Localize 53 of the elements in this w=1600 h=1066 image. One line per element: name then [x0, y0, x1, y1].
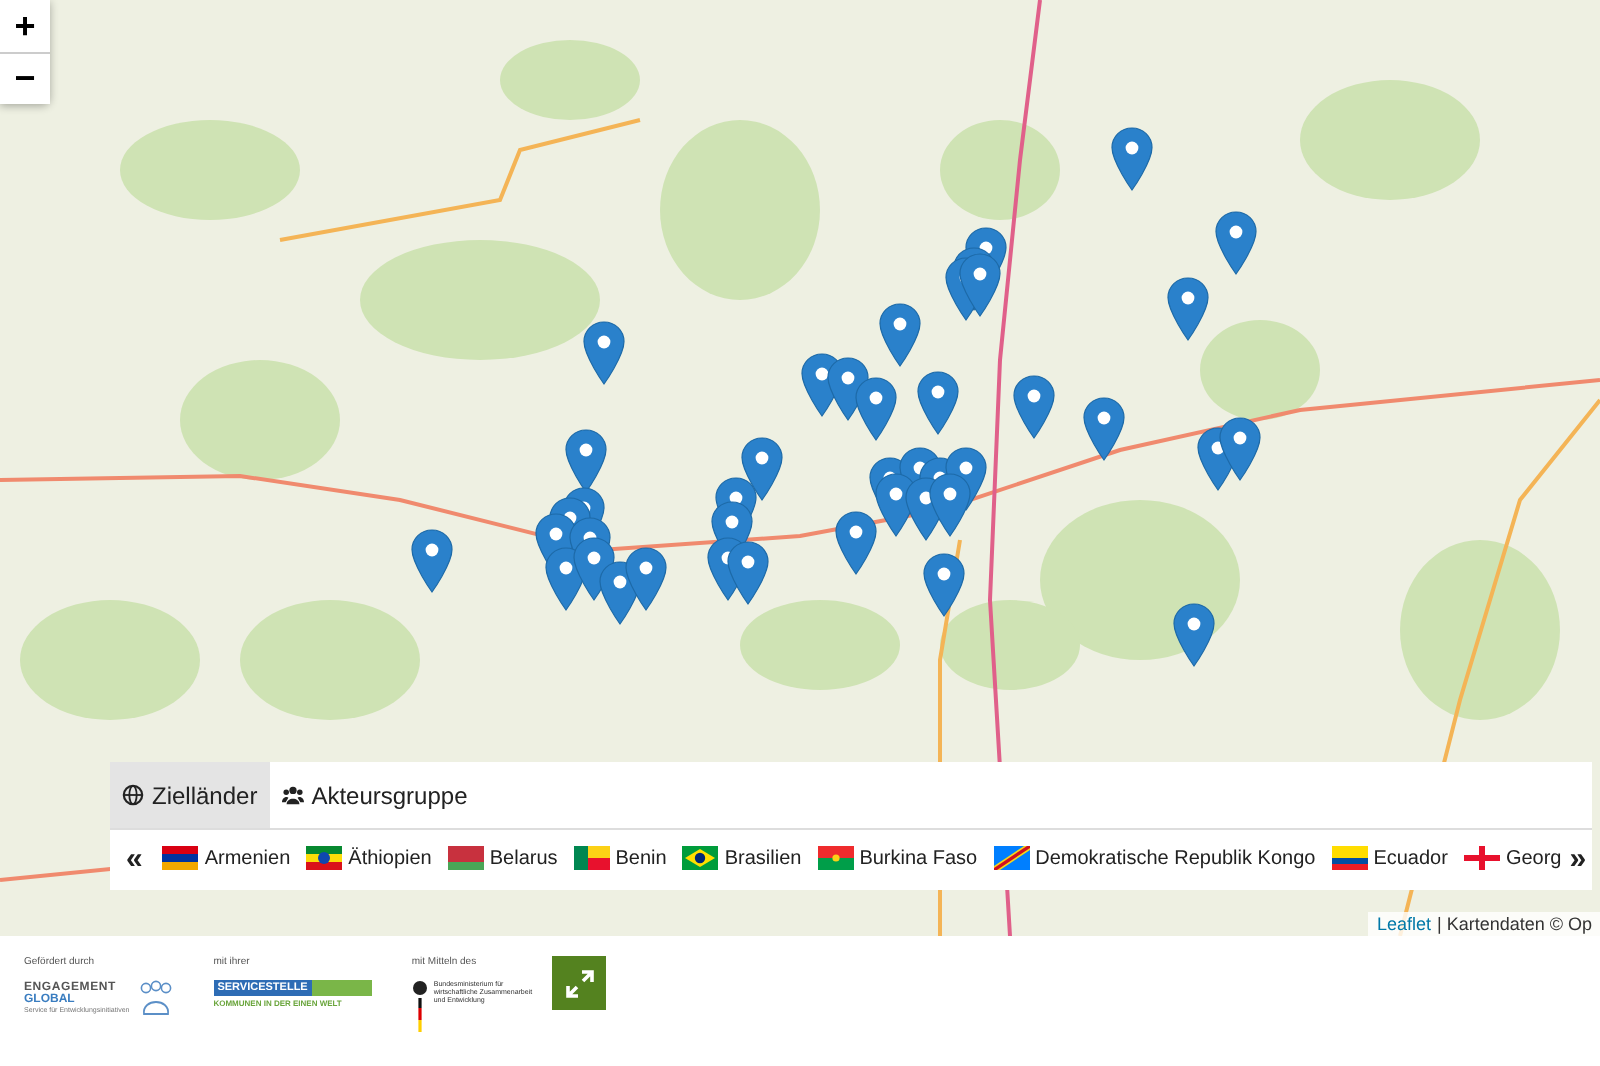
map-marker-icon[interactable]: [923, 553, 965, 617]
map-marker-icon[interactable]: [879, 303, 921, 367]
flag-icon: [817, 846, 854, 870]
expand-button[interactable]: [552, 956, 607, 1010]
attribution-text: | Kartendaten © Op: [1436, 914, 1592, 934]
map-marker-icon[interactable]: [917, 371, 959, 435]
eagle-flag-icon: [411, 980, 428, 1032]
forest-area: [940, 120, 1060, 220]
expand-icon: [565, 969, 594, 997]
country-item[interactable]: Demokratische Republik Kongo: [993, 846, 1316, 870]
flag-icon: [1331, 846, 1368, 870]
scroll-left-button[interactable]: «: [118, 841, 151, 875]
flag-icon: [993, 846, 1030, 870]
zoom-out-button[interactable]: −: [0, 52, 50, 104]
country-item[interactable]: Georg: [1463, 846, 1562, 870]
map-marker-icon[interactable]: [1173, 603, 1215, 667]
country-item[interactable]: Burkina Faso: [817, 846, 978, 870]
tab[interactable]: Zielländer: [110, 762, 270, 828]
map-marker-icon[interactable]: [1083, 397, 1125, 461]
map-marker-cluster-drawing[interactable]: [801, 353, 897, 441]
flag-icon: [573, 846, 610, 870]
flag-icon: [682, 846, 719, 870]
scroll-right-button[interactable]: »: [1561, 841, 1595, 875]
map-marker-icon[interactable]: [583, 321, 625, 385]
people-icon: [281, 784, 304, 806]
map-marker-cluster-drawing[interactable]: [945, 227, 1007, 321]
forest-area: [500, 40, 640, 120]
flag-icon: [1463, 846, 1500, 870]
country-item[interactable]: Belarus: [447, 846, 558, 870]
map-marker-cluster-drawing[interactable]: [1197, 417, 1261, 491]
flag-icon: [162, 846, 199, 870]
country-item[interactable]: Brasilien: [682, 846, 802, 870]
flag-icon: [447, 846, 484, 870]
people-logo-icon: [137, 980, 174, 1016]
zoom-in-button[interactable]: +: [0, 0, 50, 52]
country-item[interactable]: Äthiopien: [306, 846, 432, 870]
map-marker-cluster-drawing[interactable]: [835, 447, 987, 575]
map-marker-icon[interactable]: [1013, 375, 1055, 439]
map-marker-icon[interactable]: [1215, 211, 1257, 275]
country-item[interactable]: Armenien: [162, 846, 291, 870]
map-marker-icon[interactable]: [1167, 277, 1209, 341]
globe-icon: [122, 784, 144, 806]
flag-icon: [306, 846, 343, 870]
tab[interactable]: Akteursgruppe: [269, 762, 480, 828]
map-marker-icon[interactable]: [411, 529, 453, 593]
forest-area: [1200, 320, 1320, 420]
leaflet-link[interactable]: Leaflet: [1376, 914, 1431, 934]
country-item[interactable]: Benin: [573, 846, 667, 870]
logo-block: [311, 980, 372, 996]
map-marker-cluster-drawing[interactable]: [707, 437, 783, 605]
country-item[interactable]: Ecuador: [1331, 846, 1448, 870]
map-marker-cluster-drawing[interactable]: [535, 429, 667, 625]
map-marker-icon[interactable]: [1111, 127, 1153, 191]
